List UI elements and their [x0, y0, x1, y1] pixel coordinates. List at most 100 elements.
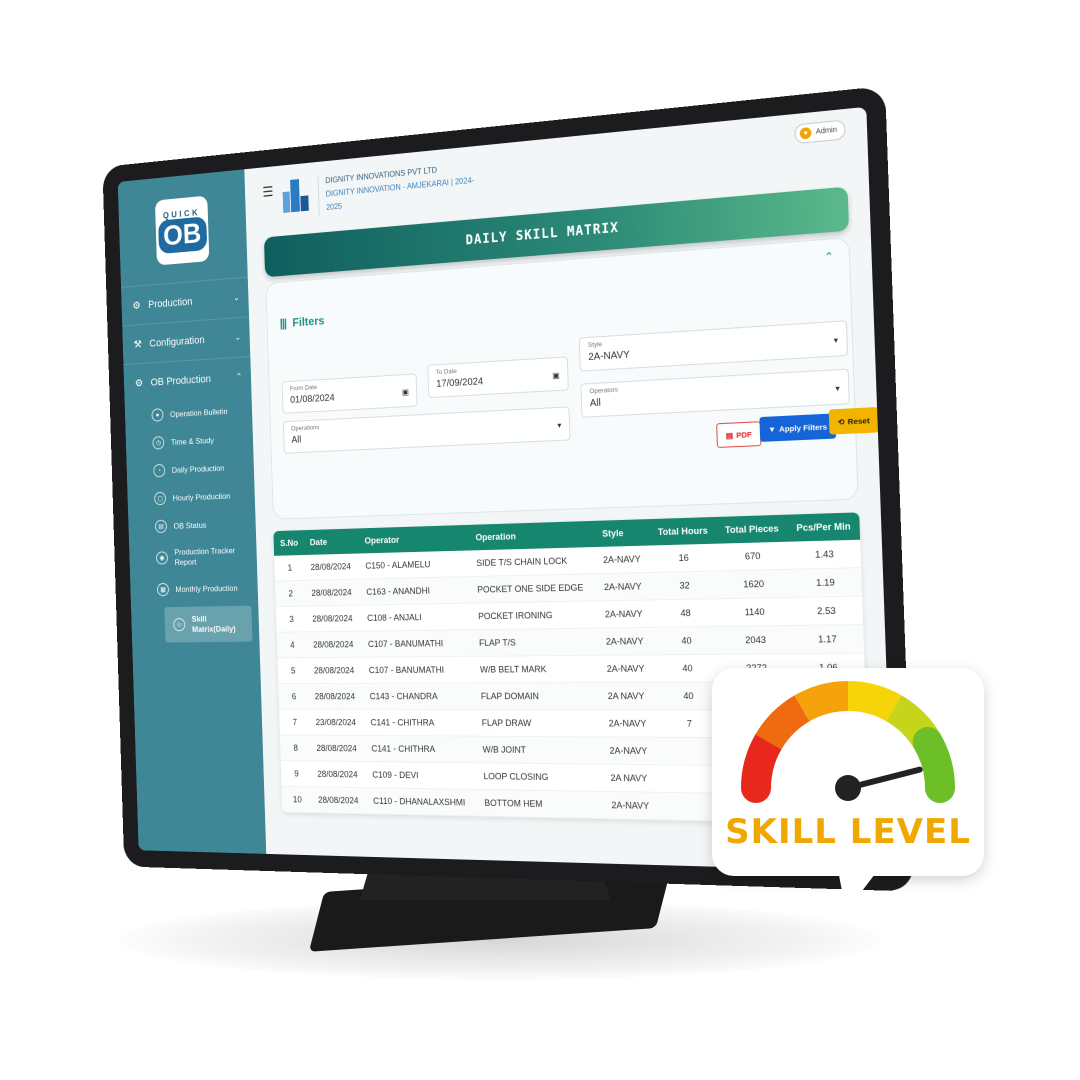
style-select[interactable]: Style 2A-NAVY ▾: [578, 320, 849, 372]
column-header: Date: [304, 528, 360, 555]
table-cell: C109 - DEVI: [366, 761, 479, 790]
configuration-icon: ⚒: [133, 338, 143, 351]
table-cell: 1.19: [789, 567, 863, 598]
pdf-button[interactable]: ▤ PDF: [716, 421, 762, 448]
filter-panel: ⌃ ||| Filters From Date 01/08/2024 ▣ To …: [265, 236, 879, 520]
table-cell: 16: [649, 543, 718, 573]
table-cell: C141 - CHITHRA: [364, 709, 477, 737]
sidebar-item-label: OB Production: [150, 373, 212, 388]
table-cell: 2A NAVY: [601, 682, 656, 710]
table-cell: POCKET IRONING: [472, 600, 600, 630]
skill-level-label: SKILL LEVEL: [725, 812, 971, 852]
table-cell: 2A-NAVY: [600, 654, 655, 683]
sidebar-subitem-monthly-production[interactable]: ▦ Monthly Production: [130, 573, 258, 604]
table-cell: 670: [716, 541, 790, 571]
filter-bars-icon: |||: [279, 316, 287, 331]
pdf-icon: ▤: [725, 430, 734, 440]
table-cell: POCKET ONE SIDE EDGE: [471, 573, 599, 604]
table-cell: C141 - CHITHRA: [365, 735, 478, 763]
sidebar-item-label: Configuration: [149, 334, 205, 350]
table-cell: 28/08/2024: [308, 657, 364, 684]
hourly-icon: ▢: [154, 491, 167, 506]
chevron-down-icon: ⌄: [233, 292, 240, 303]
stage: QUICK OB ⚙ Production ⌄ ⚒ Configuration …: [0, 0, 1080, 1080]
collapse-chevron-up-icon[interactable]: ⌃: [824, 250, 834, 264]
table-cell: 2A-NAVY: [598, 599, 653, 629]
table-cell: 32: [650, 570, 719, 600]
table-cell: 2: [274, 580, 307, 607]
table-cell: C108 - ANJALI: [361, 603, 473, 632]
table-cell: 1: [274, 554, 306, 581]
sidebar-subitem-label: Skill Matrix(Daily): [191, 613, 236, 634]
apply-filters-button[interactable]: ▼ Apply Filters: [759, 413, 837, 442]
operations-select[interactable]: Operations All ▾: [282, 406, 571, 454]
table-cell: 40: [653, 654, 722, 683]
skill-gauge: [741, 681, 955, 803]
gauge-hub: [835, 775, 861, 801]
table-cell: 3: [275, 606, 308, 633]
table-cell: W/B JOINT: [476, 736, 605, 765]
table-cell: C150 - ALAMELU: [359, 550, 472, 580]
table-cell: FLAP T/S: [472, 628, 601, 657]
table-cell: 28/08/2024: [305, 579, 362, 607]
calendar-icon[interactable]: ▣: [402, 388, 409, 397]
speech-bubble-tail: [838, 870, 878, 912]
reset-button[interactable]: ⟲ Reset: [828, 407, 879, 435]
table-cell: 28/08/2024: [310, 735, 367, 762]
table-cell: BOTTOM HEM: [478, 789, 607, 819]
table-cell: 2A-NAVY: [605, 791, 660, 820]
table-cell: 40: [652, 626, 721, 655]
table-cell: W/B BELT MARK: [473, 655, 602, 683]
operators-select[interactable]: Operators All ▾: [580, 368, 850, 418]
sidebar-subitem-skill-matrix[interactable]: ☺ Skill Matrix(Daily): [164, 605, 253, 643]
table-cell: 2A-NAVY: [602, 709, 657, 738]
company-info: DIGNITY INNOVATIONS PVT LTD DIGNITY INNO…: [317, 160, 475, 216]
gauge-arc-segment: [741, 727, 784, 803]
gauge-arc-segment: [755, 695, 810, 750]
filters-heading: ||| Filters: [280, 277, 836, 330]
apply-filters-label: Apply Filters: [778, 421, 828, 434]
chevron-up-icon: ⌃: [235, 371, 243, 382]
to-date-field[interactable]: To Date 17/09/2024 ▣: [427, 356, 569, 399]
sidebar-subitem-label: Operation Bulletin: [169, 405, 228, 419]
pdf-button-label: PDF: [736, 429, 752, 440]
chevron-down-icon: ⌄: [234, 332, 242, 342]
sidebar-item-label: Production: [147, 295, 193, 311]
daily-icon: ◔: [153, 463, 166, 478]
dropdown-arrow-icon: ▾: [557, 420, 562, 430]
table-cell: C143 - CHANDRA: [363, 682, 476, 710]
gauge-arc-segment: [912, 727, 955, 803]
sidebar-subitem-production-tracker-report[interactable]: ◉ Production Tracker Report: [129, 537, 257, 576]
building-icon: [282, 176, 310, 214]
column-header: Style: [595, 519, 650, 547]
sidebar-subitem-label: Monthly Production: [175, 582, 238, 594]
tracker-icon: ◉: [155, 551, 169, 565]
sidebar-subitem-label: Time & Study: [170, 434, 215, 447]
table-cell: C163 - ANANDHI: [360, 576, 473, 606]
table-cell: 7: [279, 709, 311, 736]
from-date-field[interactable]: From Date 01/08/2024 ▣: [281, 373, 418, 414]
user-label: Admin: [815, 126, 838, 136]
production-icon: ⚙: [132, 300, 141, 312]
app-logo[interactable]: QUICK OB: [154, 195, 210, 266]
skill-icon: ☺: [173, 618, 186, 632]
table-cell: 4: [276, 631, 309, 658]
calendar-icon[interactable]: ▣: [552, 371, 560, 380]
status-icon: ▤: [154, 519, 168, 534]
reset-icon: ⟲: [837, 416, 845, 427]
table-cell: 2A NAVY: [604, 764, 659, 793]
table-cell: 6: [278, 683, 310, 710]
filter-funnel-icon: ▼: [767, 424, 777, 434]
bulletin-icon: ●: [151, 408, 164, 422]
table-cell: 2A-NAVY: [596, 545, 651, 574]
table-cell: 2A-NAVY: [599, 627, 654, 656]
table-cell: 9: [280, 760, 313, 787]
gauge-arc-segment: [794, 681, 849, 722]
table-cell: C110 - DHANALAXSHMI: [367, 787, 480, 817]
table-cell: C107 - BANUMATHI: [362, 629, 474, 658]
menu-toggle-icon[interactable]: ☰: [262, 184, 273, 201]
table-cell: 28/08/2024: [304, 553, 361, 581]
table-cell: 28/08/2024: [311, 760, 368, 788]
sidebar-subitem-ob-status[interactable]: ▤ OB Status: [128, 509, 256, 541]
table-cell: C107 - BANUMATHI: [363, 656, 475, 684]
